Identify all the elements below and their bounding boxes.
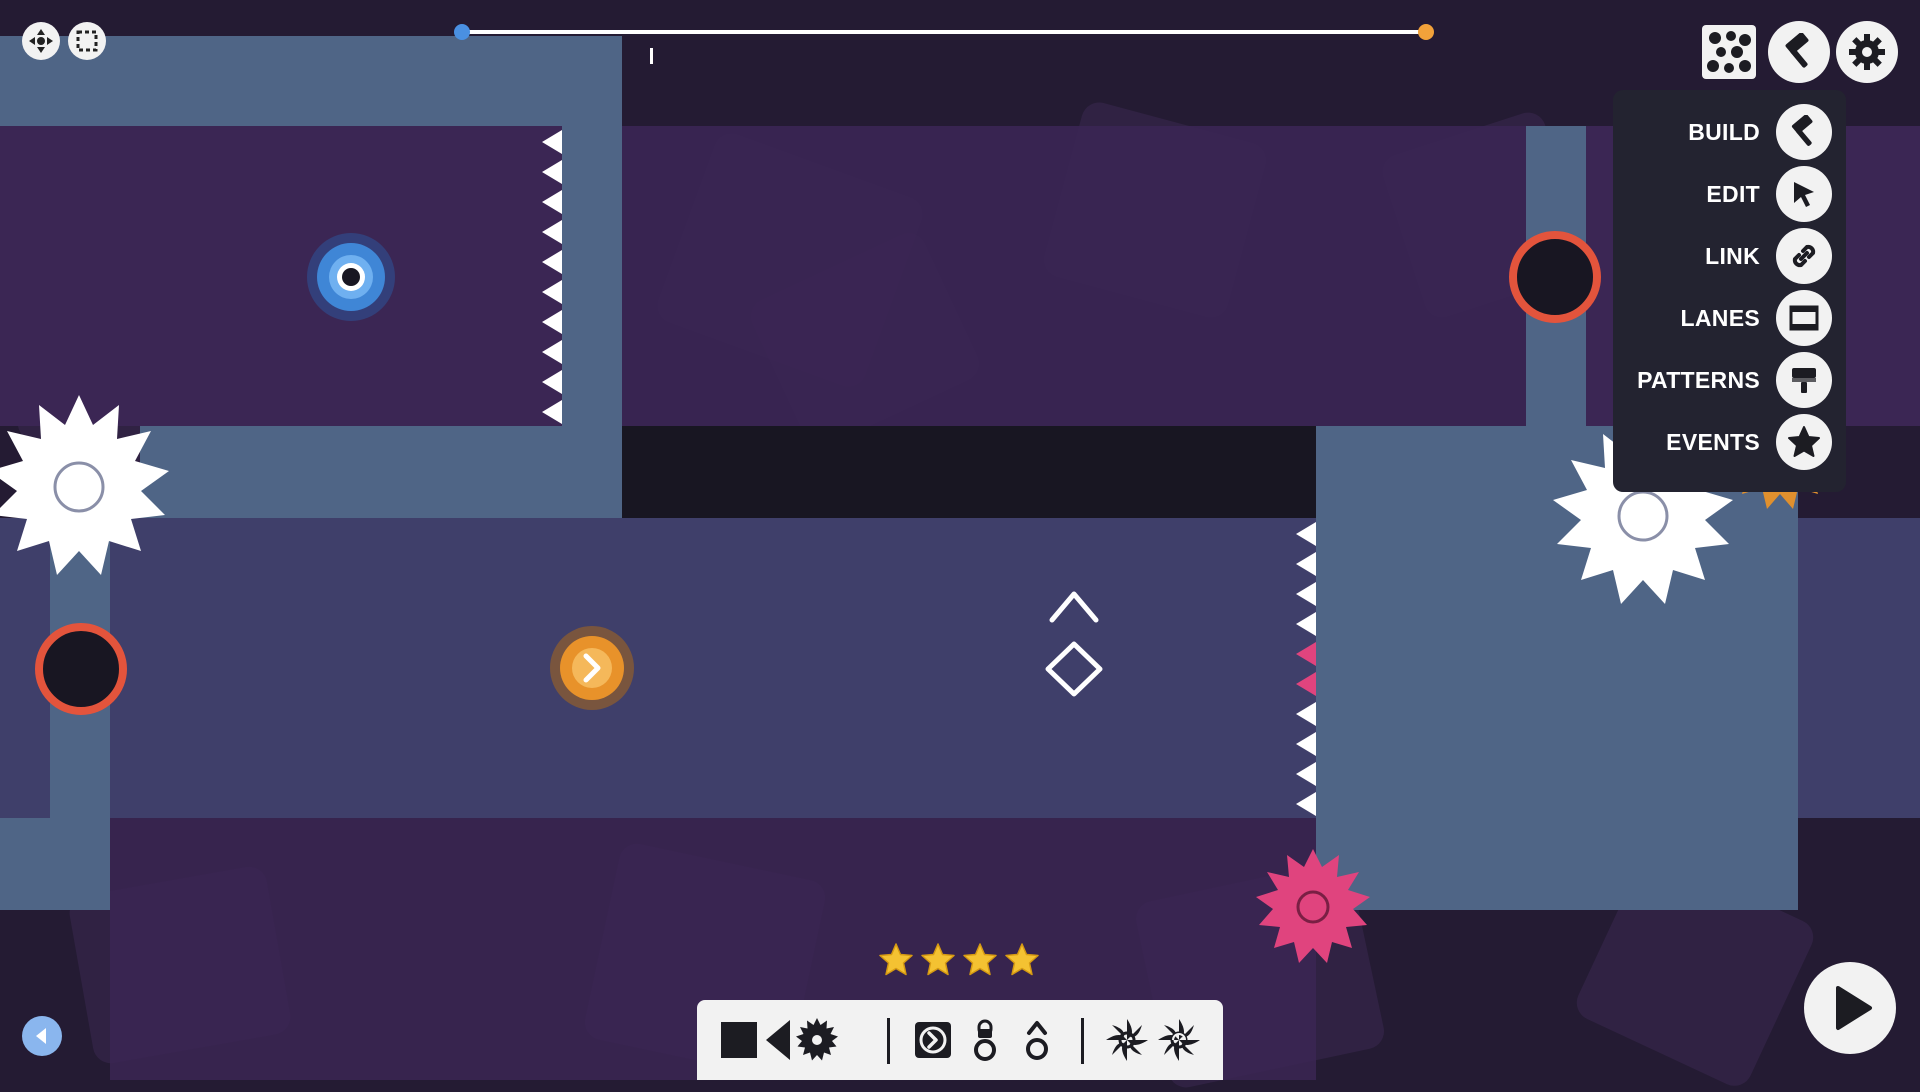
red-ring-right bbox=[1509, 231, 1601, 323]
palette-wedge-spike[interactable] bbox=[763, 1016, 793, 1064]
palette-sawblade[interactable] bbox=[793, 1016, 841, 1064]
select-box-icon bbox=[76, 30, 98, 52]
tool-menu: BUILD EDIT LINK LANES PATTERNS EVENTS bbox=[1613, 90, 1846, 492]
tool-edit[interactable]: EDIT bbox=[1706, 166, 1832, 222]
timeline-end-marker[interactable] bbox=[1418, 24, 1434, 40]
tool-events-label: EVENTS bbox=[1666, 428, 1760, 455]
palette-shuriken[interactable] bbox=[1103, 1016, 1151, 1064]
lock-icon bbox=[974, 1019, 996, 1061]
level-rating bbox=[878, 942, 1040, 978]
star-icon bbox=[879, 943, 913, 976]
gear-icon bbox=[1849, 34, 1885, 70]
object-palette bbox=[697, 1000, 1223, 1080]
move-icon bbox=[29, 29, 53, 53]
tool-lanes-label: LANES bbox=[1680, 304, 1760, 331]
pattern-icon bbox=[1707, 31, 1751, 73]
build-mode-button[interactable] bbox=[1768, 21, 1830, 83]
spike-column-upper bbox=[542, 130, 562, 424]
spike-column-lower bbox=[1296, 522, 1316, 816]
star-icon bbox=[963, 943, 997, 976]
timeline-track[interactable] bbox=[462, 30, 1426, 34]
tool-link-label: LINK bbox=[1705, 242, 1760, 269]
star-icon bbox=[1788, 426, 1820, 457]
play-button[interactable] bbox=[1804, 962, 1896, 1054]
timeline-playhead[interactable] bbox=[649, 48, 653, 64]
sawblade-icon bbox=[796, 1018, 838, 1061]
star-icon bbox=[921, 943, 955, 976]
chevron-left-icon bbox=[36, 1028, 46, 1044]
link-icon bbox=[1792, 244, 1816, 268]
red-ring-left bbox=[35, 623, 127, 715]
block-icon bbox=[721, 1022, 757, 1058]
hammer-icon bbox=[1785, 33, 1809, 68]
palette-lock[interactable] bbox=[961, 1016, 1009, 1064]
tool-patterns[interactable]: PATTERNS bbox=[1637, 352, 1832, 408]
tool-edit-label: EDIT bbox=[1706, 180, 1760, 207]
palette-divider bbox=[1081, 1018, 1084, 1064]
cursor-icon bbox=[1794, 182, 1814, 207]
palette-divider bbox=[887, 1018, 890, 1064]
paint-roller-icon bbox=[1792, 368, 1816, 393]
white-sawblade-left bbox=[0, 395, 169, 575]
tool-events[interactable]: EVENTS bbox=[1666, 414, 1832, 470]
spawn-marker bbox=[1045, 591, 1103, 697]
palette-portal-exit[interactable] bbox=[909, 1016, 957, 1064]
select-area-button[interactable] bbox=[68, 22, 106, 60]
double-shuriken-icon bbox=[1158, 1019, 1200, 1061]
orange-player-orb bbox=[550, 626, 634, 710]
blue-player-orb bbox=[307, 233, 395, 321]
settings-button[interactable] bbox=[1836, 21, 1898, 83]
tool-link[interactable]: LINK bbox=[1705, 228, 1832, 284]
palette-balloon[interactable] bbox=[1013, 1016, 1061, 1064]
shuriken-icon bbox=[1106, 1019, 1148, 1061]
wedge-spike-icon bbox=[766, 1020, 790, 1060]
tool-build[interactable]: BUILD bbox=[1688, 104, 1832, 160]
balloon-icon bbox=[1026, 1021, 1048, 1060]
pink-sawblade bbox=[1256, 849, 1370, 963]
back-button[interactable] bbox=[22, 1016, 62, 1056]
play-icon bbox=[1836, 986, 1872, 1030]
tool-build-label: BUILD bbox=[1688, 118, 1760, 145]
palette-block[interactable] bbox=[715, 1016, 763, 1064]
tool-lanes[interactable]: LANES bbox=[1681, 290, 1832, 346]
portal-exit-icon bbox=[915, 1022, 951, 1058]
move-view-button[interactable] bbox=[22, 22, 60, 60]
pattern-toggle-button[interactable] bbox=[1702, 25, 1756, 79]
star-icon bbox=[1005, 943, 1039, 976]
lanes-icon bbox=[1789, 305, 1819, 331]
palette-double-shuriken[interactable] bbox=[1155, 1016, 1203, 1064]
hammer-icon bbox=[1791, 115, 1813, 146]
tool-patterns-label: PATTERNS bbox=[1637, 366, 1760, 393]
timeline-start-marker[interactable] bbox=[454, 24, 470, 40]
